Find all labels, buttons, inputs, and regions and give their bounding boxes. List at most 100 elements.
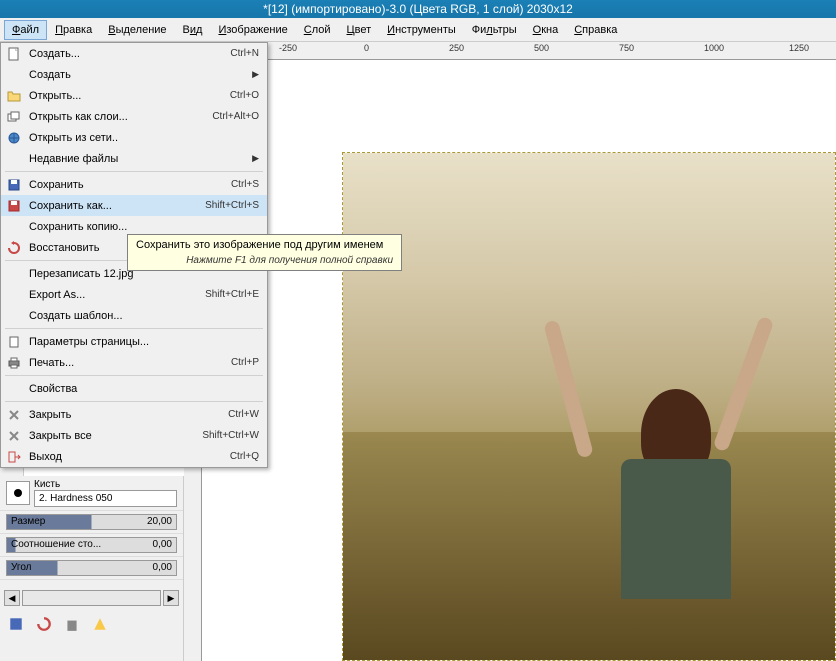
menu-item-create-sub[interactable]: Создать ▶ [1,64,267,85]
ruler-tick: 750 [619,43,634,53]
menu-shortcut: Ctrl+N [230,48,259,59]
menu-separator [5,401,263,402]
menu-item-recent[interactable]: Недавние файлы ▶ [1,148,267,169]
brush-label: Кисть [34,479,177,490]
save-preset-icon[interactable] [8,616,24,632]
ruler-tick: 0 [364,43,369,53]
menu-label: Недавние файлы [29,153,252,165]
menu-filters[interactable]: Фильтры [464,20,525,40]
save-as-icon [5,198,23,214]
menu-label: Параметры страницы... [29,336,259,348]
menu-label: Создать... [29,48,230,60]
slider-value: 20,00 [147,516,172,527]
blank-icon [5,287,23,303]
menu-color[interactable]: Цвет [339,20,380,40]
menu-label: Export As... [29,289,205,301]
slider-label: Угол [11,562,32,573]
ruler-tick: 250 [449,43,464,53]
reset-preset-icon[interactable] [92,616,108,632]
menu-item-export[interactable]: Export As... Shift+Ctrl+E [1,284,267,305]
tool-options-panel: Кисть 2. Hardness 050 Размер 20,00 Соотн… [0,476,184,661]
chevron-right-icon: ▶ [252,69,259,80]
panel-bottom-icons [0,612,183,636]
menu-shortcut: Ctrl+Alt+O [212,111,259,122]
exit-icon [5,449,23,465]
menu-item-open[interactable]: Открыть... Ctrl+O [1,85,267,106]
scroll-right-button[interactable]: ▶ [163,590,179,606]
new-file-icon [5,46,23,62]
horizontal-ruler: -500 -250 0 250 500 750 1000 1250 [184,42,836,60]
menu-item-save-as[interactable]: Сохранить как... Shift+Ctrl+S [1,195,267,216]
menu-shortcut: Ctrl+P [231,357,259,368]
menu-item-create[interactable]: Создать... Ctrl+N [1,43,267,64]
close-all-icon [5,428,23,444]
ruler-tick: 1000 [704,43,724,53]
menu-select[interactable]: Выделение [100,20,174,40]
menu-label: Свойства [29,383,259,395]
menu-item-close[interactable]: Закрыть Ctrl+W [1,404,267,425]
brush-preview[interactable] [6,481,30,505]
brush-name-field[interactable]: 2. Hardness 050 [34,490,177,507]
globe-icon [5,130,23,146]
menu-file[interactable]: Файл [4,20,47,40]
menu-label: Сохранить [29,179,231,191]
photo-content [343,153,835,660]
menu-shortcut: Shift+Ctrl+W [202,430,259,441]
menu-label: Создать шаблон... [29,310,259,322]
slider-value: 0,00 [153,539,172,550]
canvas-area[interactable] [202,60,836,661]
blank-icon [5,381,23,397]
menu-shortcut: Ctrl+O [230,90,259,101]
menu-separator [5,375,263,376]
menu-layer[interactable]: Слой [296,20,339,40]
ratio-slider[interactable]: Соотношение сто... 0,00 [6,537,177,553]
image-canvas[interactable] [342,152,836,661]
blank-icon [5,266,23,282]
menu-help[interactable]: Справка [566,20,625,40]
menu-view[interactable]: Вид [175,20,211,40]
menu-edit[interactable]: Правка [47,20,100,40]
menu-windows[interactable]: Окна [525,20,567,40]
menu-item-template[interactable]: Создать шаблон... [1,305,267,326]
close-icon [5,407,23,423]
menu-shortcut: Shift+Ctrl+E [205,289,259,300]
ruler-tick: 500 [534,43,549,53]
menu-item-save[interactable]: Сохранить Ctrl+S [1,174,267,195]
menu-shortcut: Ctrl+S [231,179,259,190]
angle-slider[interactable]: Угол 0,00 [6,560,177,576]
delete-preset-icon[interactable] [64,616,80,632]
slider-label: Соотношение сто... [11,539,101,550]
page-icon [5,334,23,350]
menu-item-open-net[interactable]: Открыть из сети.. [1,127,267,148]
menu-item-properties[interactable]: Свойства [1,378,267,399]
menu-label: Сохранить как... [29,200,205,212]
menu-item-page-setup[interactable]: Параметры страницы... [1,331,267,352]
scroll-track[interactable] [22,590,161,606]
menu-image[interactable]: Изображение [210,20,295,40]
menu-label: Сохранить копию... [29,221,259,233]
scroll-left-button[interactable]: ◀ [4,590,20,606]
blank-icon [5,67,23,83]
panel-scrollbar[interactable]: ◀ ▶ [0,588,183,608]
menu-item-exit[interactable]: Выход Ctrl+Q [1,446,267,467]
print-icon [5,355,23,371]
layers-icon [5,109,23,125]
menu-item-print[interactable]: Печать... Ctrl+P [1,352,267,373]
brush-row: Кисть 2. Hardness 050 [0,476,183,511]
ruler-tick: 1250 [789,43,809,53]
ruler-tick: -250 [279,43,297,53]
restore-preset-icon[interactable] [36,616,52,632]
chevron-right-icon: ▶ [252,153,259,164]
size-slider[interactable]: Размер 20,00 [6,514,177,530]
ratio-row: Соотношение сто... 0,00 [0,534,183,557]
blank-icon [5,308,23,324]
tooltip-help: Нажмите F1 для получения полной справки [136,255,393,266]
menu-shortcut: Ctrl+W [228,409,259,420]
menu-item-open-layers[interactable]: Открыть как слои... Ctrl+Alt+O [1,106,267,127]
menu-label: Закрыть все [29,430,202,442]
menu-label: Открыть как слои... [29,111,212,123]
blank-icon [5,151,23,167]
menu-tools[interactable]: Инструменты [379,20,464,40]
menu-item-close-all[interactable]: Закрыть все Shift+Ctrl+W [1,425,267,446]
folder-open-icon [5,88,23,104]
